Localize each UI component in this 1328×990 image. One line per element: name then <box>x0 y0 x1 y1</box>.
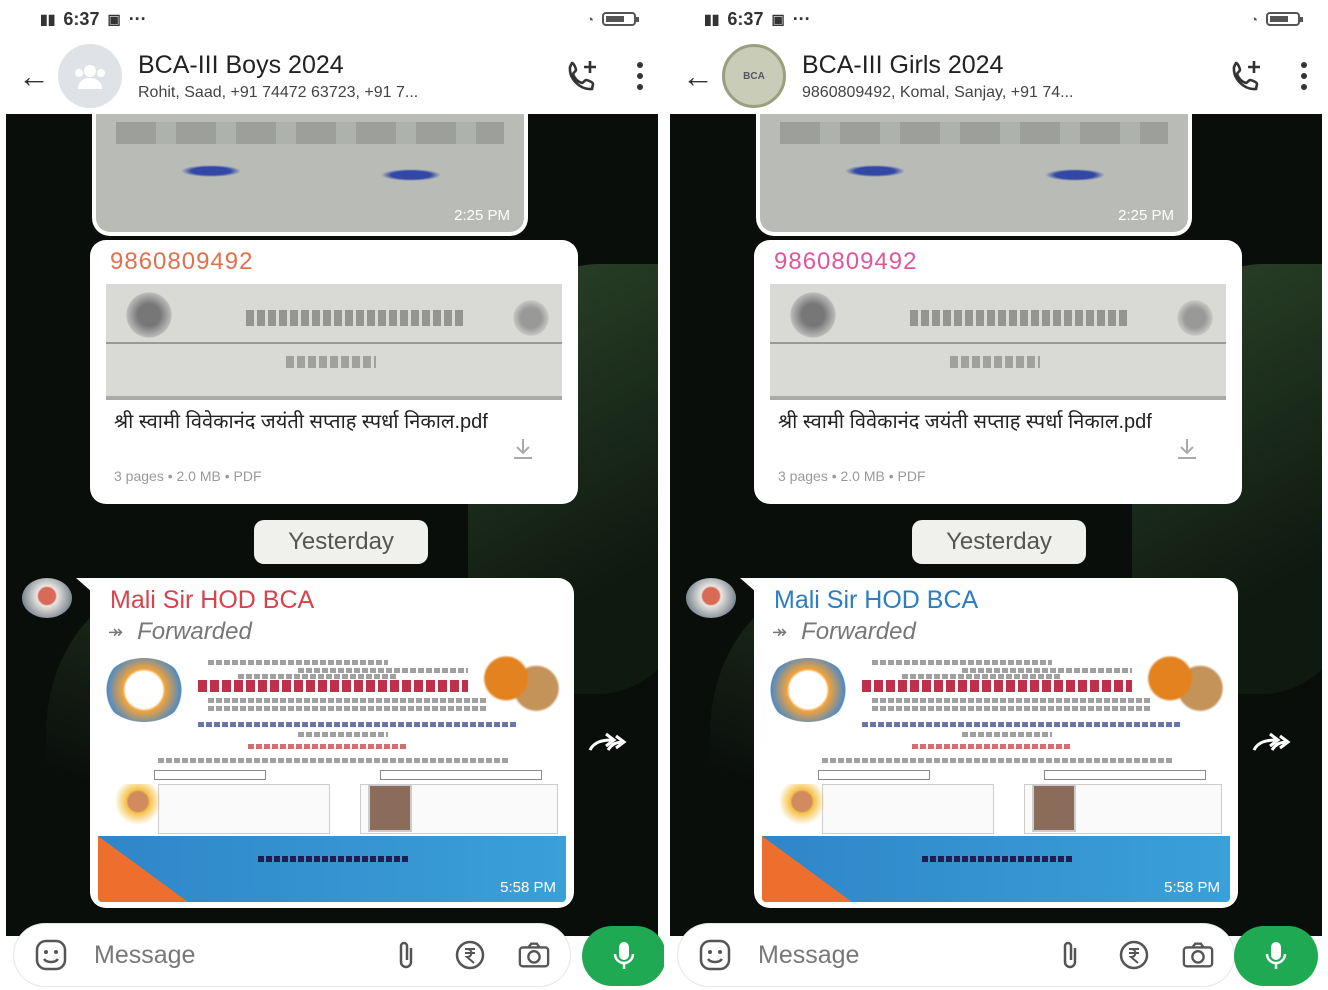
message-input[interactable]: Message <box>94 941 358 970</box>
forwarded-message[interactable]: Mali Sir HOD BCA ↠ Forwarded 5:58 PM <box>754 578 1238 908</box>
document-name: श्री स्वामी विवेकानंद जयंती सप्ताह स्पर्… <box>114 411 488 433</box>
document-message[interactable]: 9860809492 श्री स्वामी विवेकानंद जयंती स… <box>754 240 1242 504</box>
poster-image[interactable]: 5:58 PM <box>762 650 1230 902</box>
forwarded-label: Forwarded <box>801 618 916 645</box>
signature-mark <box>376 168 446 182</box>
message-input-bar[interactable]: Message <box>14 924 570 986</box>
status-bar: ▮▮ 6:37 ▣ ··· ◔ <box>0 0 664 38</box>
microphone-icon <box>1265 942 1287 969</box>
message-time: 2:25 PM <box>454 207 510 224</box>
status-bar: ▮▮ 6:37 ▣ ··· ◔ <box>664 0 1328 38</box>
message-time: 5:58 PM <box>500 879 556 896</box>
sender-name: Mali Sir HOD BCA <box>774 586 979 614</box>
group-members: Rohit, Saad, +91 74472 63723, +91 7... <box>138 83 419 101</box>
gallery-notification-icon: ▣ <box>107 10 121 27</box>
signal-icon: ▮▮ <box>704 10 720 27</box>
download-icon[interactable] <box>510 436 536 462</box>
microphone-icon <box>613 942 635 969</box>
status-more-dots: ··· <box>128 8 147 29</box>
group-title: BCA-III Boys 2024 <box>138 50 344 79</box>
sticker-icon[interactable] <box>698 938 732 972</box>
document-meta: 3 pages • 2.0 MB • PDF <box>114 468 262 484</box>
sender-avatar[interactable] <box>22 578 72 618</box>
header-text[interactable]: BCA-III Girls 2024 9860809492, Komal, Sa… <box>802 51 1224 102</box>
forwarded-icon: ↠ <box>772 621 788 642</box>
forwarded-label: Forwarded <box>137 618 252 645</box>
download-icon[interactable] <box>1174 436 1200 462</box>
voice-message-button[interactable] <box>1234 926 1318 986</box>
poster-image[interactable]: 5:58 PM <box>98 650 566 902</box>
add-call-icon[interactable] <box>560 54 604 98</box>
camera-icon[interactable] <box>518 939 550 971</box>
message-time: 5:58 PM <box>1164 879 1220 896</box>
group-avatar[interactable]: BCA <box>722 44 786 108</box>
rupee-payment-icon[interactable] <box>454 939 486 971</box>
sticker-icon[interactable] <box>34 938 68 972</box>
signal-icon: ▮▮ <box>40 10 56 27</box>
header-text[interactable]: BCA-III Boys 2024 Rohit, Saad, +91 74472… <box>138 51 560 102</box>
forwarded-icon: ↠ <box>108 621 124 642</box>
chat-area[interactable]: 2:25 PM 9860809492 श्री स्वामी विवेकानंद… <box>6 114 658 936</box>
message-input-bar[interactable]: Message <box>678 924 1234 986</box>
back-arrow-icon[interactable]: ← <box>682 60 722 92</box>
wifi-icon: ◔ <box>1250 11 1258 27</box>
message-time: 2:25 PM <box>1118 207 1174 224</box>
signature-mark <box>176 164 246 178</box>
phone-screen-left: ▮▮ 6:37 ▣ ··· ◔ ← BCA-III Boys 2024 Rohi… <box>0 0 664 990</box>
sender-number: 9860809492 <box>774 248 918 275</box>
group-title: BCA-III Girls 2024 <box>802 50 1004 79</box>
more-options-icon[interactable] <box>630 62 650 90</box>
status-time: 6:37 <box>727 8 764 29</box>
group-logo-text: BCA <box>743 70 765 82</box>
image-message[interactable]: 2:25 PM <box>96 114 524 232</box>
message-input[interactable]: Message <box>758 941 1022 970</box>
status-more-dots: ··· <box>792 8 811 29</box>
battery-icon <box>602 12 639 26</box>
sender-name: Mali Sir HOD BCA <box>110 586 315 614</box>
voice-message-button[interactable] <box>582 926 664 986</box>
wifi-icon: ◔ <box>586 11 594 27</box>
signature-mark <box>1040 168 1110 182</box>
document-preview[interactable] <box>106 284 562 400</box>
date-separator: Yesterday <box>254 520 428 564</box>
image-message[interactable]: 2:25 PM <box>760 114 1188 232</box>
attach-icon[interactable] <box>390 939 422 971</box>
document-name: श्री स्वामी विवेकानंद जयंती सप्ताह स्पर्… <box>778 411 1152 433</box>
battery-icon <box>1266 12 1303 26</box>
add-call-icon[interactable] <box>1224 54 1268 98</box>
signature-mark <box>840 164 910 178</box>
sender-avatar[interactable] <box>686 578 736 618</box>
gallery-notification-icon: ▣ <box>771 10 785 27</box>
more-options-icon[interactable] <box>1294 62 1314 90</box>
document-preview[interactable] <box>770 284 1226 400</box>
chat-header: ← BCA BCA-III Girls 2024 9860809492, Kom… <box>664 38 1328 114</box>
date-separator: Yesterday <box>912 520 1086 564</box>
group-avatar[interactable] <box>58 44 122 108</box>
phone-screen-right: ▮▮ 6:37 ▣ ··· ◔ ← BCA BCA-III Girls 2024… <box>664 0 1328 990</box>
chat-header: ← BCA-III Boys 2024 Rohit, Saad, +91 744… <box>0 38 664 114</box>
attach-icon[interactable] <box>1054 939 1086 971</box>
chat-area[interactable]: 2:25 PM 9860809492 श्री स्वामी विवेकानंद… <box>670 114 1322 936</box>
camera-icon[interactable] <box>1182 939 1214 971</box>
rupee-payment-icon[interactable] <box>1118 939 1150 971</box>
group-icon <box>75 65 105 89</box>
status-time: 6:37 <box>63 8 100 29</box>
forwarded-message[interactable]: Mali Sir HOD BCA ↠ Forwarded 5:58 PM <box>90 578 574 908</box>
sender-number: 9860809492 <box>110 248 254 275</box>
group-members: 9860809492, Komal, Sanjay, +91 74... <box>802 83 1074 101</box>
forward-share-icon[interactable] <box>1250 730 1292 758</box>
back-arrow-icon[interactable]: ← <box>18 60 58 92</box>
document-meta: 3 pages • 2.0 MB • PDF <box>778 468 926 484</box>
forward-share-icon[interactable] <box>586 730 628 758</box>
document-message[interactable]: 9860809492 श्री स्वामी विवेकानंद जयंती स… <box>90 240 578 504</box>
